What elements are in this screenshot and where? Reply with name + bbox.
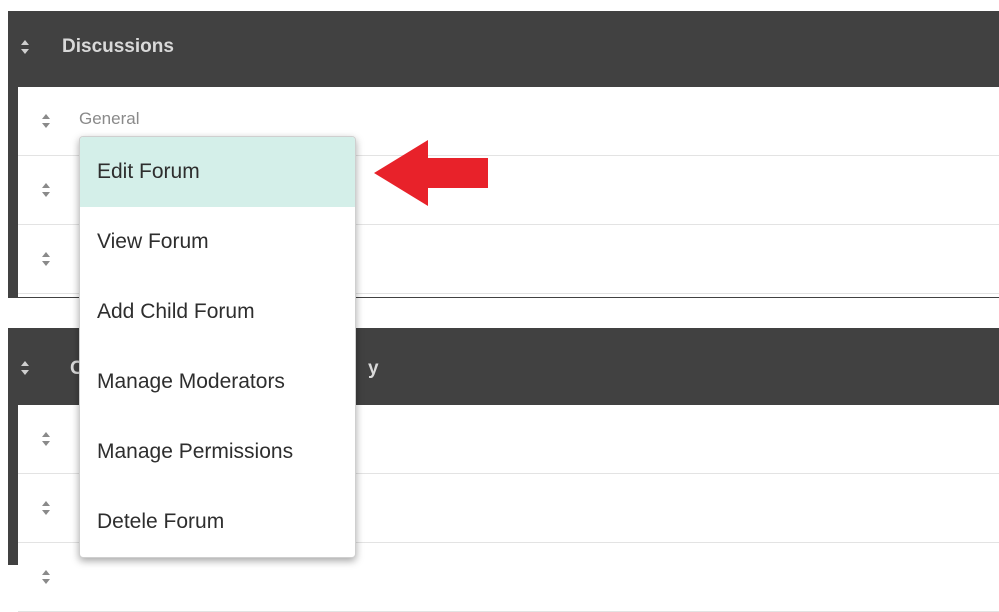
sort-arrows-icon[interactable] (41, 182, 51, 198)
menu-item-manage-moderators[interactable]: Manage Moderators (80, 347, 355, 417)
menu-item-edit-forum[interactable]: Edit Forum (80, 137, 355, 207)
forum-context-menu: Edit Forum View Forum Add Child Forum Ma… (79, 136, 356, 558)
sort-arrows-icon[interactable] (41, 251, 51, 267)
sort-arrows-icon[interactable] (41, 500, 51, 516)
category-header[interactable]: Discussions (8, 11, 999, 87)
sort-arrows-icon[interactable] (20, 39, 30, 55)
sort-arrows-icon[interactable] (20, 360, 30, 376)
sort-arrows-icon[interactable] (41, 569, 51, 585)
red-arrow-left-icon (372, 138, 490, 215)
forum-name[interactable]: General (79, 109, 139, 129)
sort-arrows-icon[interactable] (41, 431, 51, 447)
category-title-tail: y (368, 358, 379, 379)
category-title: Discussions (62, 36, 174, 57)
menu-item-manage-permissions[interactable]: Manage Permissions (80, 417, 355, 487)
menu-item-delete-forum[interactable]: Detele Forum (80, 487, 355, 557)
menu-item-add-child-forum[interactable]: Add Child Forum (80, 277, 355, 347)
sort-arrows-icon[interactable] (41, 113, 51, 129)
menu-item-view-forum[interactable]: View Forum (80, 207, 355, 277)
